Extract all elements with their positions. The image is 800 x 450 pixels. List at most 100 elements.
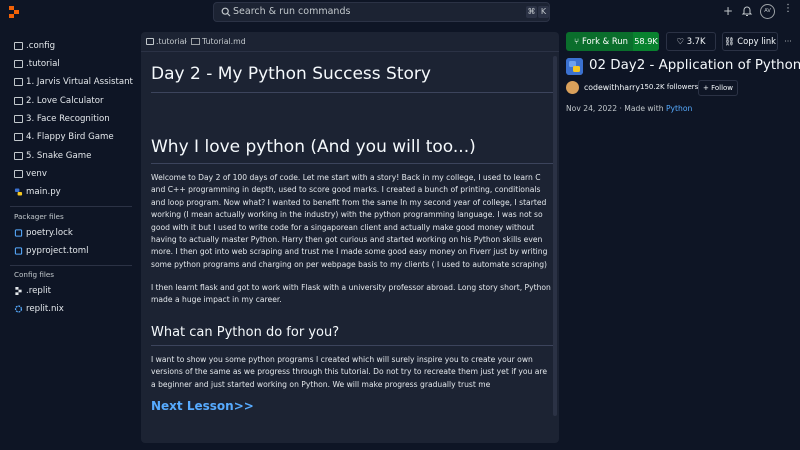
config-files-heading: Config files (14, 270, 55, 279)
python-icon (14, 188, 23, 196)
shortcut-key-cmd: ⌘ (526, 6, 537, 18)
folder-icon (146, 38, 154, 45)
fork-count: 58.9K (633, 32, 659, 51)
follower-count: 150.2K followers (640, 83, 699, 91)
packager-files-heading: Packager files (14, 212, 64, 221)
file-item-face-recognition[interactable]: 3. Face Recognition (14, 111, 110, 127)
breadcrumb-file-label: Tutorial.md (202, 37, 246, 46)
fork-and-run-button[interactable]: ⑂ Fork & Run 58.9K (566, 32, 659, 51)
fork-icon: ⑂ (574, 36, 580, 46)
file-item-main-py[interactable]: main.py (14, 184, 61, 200)
subheading-divider (151, 345, 553, 346)
file-item-replit[interactable]: .replit (14, 283, 51, 299)
file-tree-sidebar: .config .tutorial 1. Jarvis Virtual Assi… (0, 30, 140, 450)
file-item-venv[interactable]: venv (14, 166, 47, 182)
folder-icon (14, 115, 23, 123)
file-item-label: replit.nix (26, 304, 64, 314)
file-item-replit-nix[interactable]: replit.nix (14, 301, 64, 317)
shortcut-key-k: K (538, 6, 549, 18)
breadcrumb-file[interactable]: Tutorial.md (191, 37, 246, 46)
file-item-label: 5. Snake Game (26, 151, 92, 161)
sidebar-divider (10, 265, 132, 266)
page-title: Day 2 - My Python Success Story (151, 64, 431, 84)
folder-icon (14, 78, 23, 86)
section-heading: Why I love python (And you will too...) (151, 137, 476, 157)
like-count: 3.7K (686, 36, 706, 46)
file-item-label: pyproject.toml (26, 246, 89, 256)
file-item-poetry-lock[interactable]: poetry.lock (14, 225, 73, 241)
follow-button[interactable]: + Follow (698, 80, 738, 96)
file-item-label: .replit (26, 286, 51, 296)
file-item-label: poetry.lock (26, 228, 73, 238)
repl-meta: Nov 24, 2022 · Made with Python (566, 104, 692, 113)
folder-icon (14, 60, 23, 68)
repl-title: 02 Day2 - Application of Python (589, 58, 800, 73)
subheading: What can Python do for you? (151, 325, 340, 340)
fork-label: ⑂ Fork & Run (574, 36, 628, 46)
heading-divider (151, 163, 553, 164)
follow-label: Follow (711, 84, 734, 92)
file-item-pyproject-toml[interactable]: pyproject.toml (14, 243, 89, 259)
link-icon: ⛓ (723, 36, 735, 46)
file-item-jarvis[interactable]: 1. Jarvis Virtual Assistant (14, 74, 133, 90)
folder-icon (14, 42, 23, 50)
replit-logo-icon[interactable] (8, 6, 20, 18)
breadcrumb-folder-label: .tutorial (156, 37, 187, 46)
like-button[interactable]: ♡ 3.7K (666, 32, 716, 51)
copy-link-button[interactable]: ⛓ Copy link (722, 32, 778, 51)
file-item-label: 1. Jarvis Virtual Assistant (26, 77, 133, 87)
language-link[interactable]: Python (666, 104, 692, 113)
file-item-tutorial[interactable]: .tutorial (14, 56, 60, 72)
bell-icon[interactable] (741, 5, 753, 17)
file-item-flappy-bird[interactable]: 4. Flappy Bird Game (14, 129, 114, 145)
package-icon (14, 247, 23, 255)
user-avatar[interactable]: AV (760, 4, 775, 19)
file-item-snake-game[interactable]: 5. Snake Game (14, 148, 91, 164)
search-icon (221, 7, 231, 17)
file-item-label: 2. Love Calculator (26, 96, 104, 106)
file-item-config[interactable]: .config (14, 38, 55, 54)
heart-icon: ♡ (676, 36, 685, 46)
file-item-label: .config (26, 41, 56, 51)
python-icon (566, 58, 583, 75)
author-name[interactable]: codewithharry (584, 83, 640, 92)
nix-icon (14, 305, 23, 313)
plus-icon: + (702, 84, 709, 92)
file-item-label: 4. Flappy Bird Game (26, 132, 114, 142)
paragraph-flask: I then learnt flask and got to work with… (151, 283, 551, 305)
package-icon (14, 229, 23, 237)
folder-icon (14, 97, 23, 105)
sidebar-divider (10, 206, 132, 207)
search-placeholder: Search & run commands (233, 6, 351, 17)
copy-link-label: Copy link (737, 36, 777, 46)
file-item-label: 3. Face Recognition (26, 114, 110, 124)
author-avatar[interactable] (566, 81, 579, 94)
publish-date: Nov 24, 2022 (566, 104, 618, 113)
replit-icon (15, 287, 22, 295)
title-divider (151, 92, 553, 93)
file-item-love-calculator[interactable]: 2. Love Calculator (14, 93, 104, 109)
next-lesson-link[interactable]: Next Lesson>> (151, 399, 254, 413)
top-bar: Search & run commands ⌘ K + AV ⋮ (0, 0, 800, 24)
search-bar[interactable]: Search & run commands ⌘ K (213, 2, 550, 22)
markdown-preview-panel: .tutorial › Tutorial.md Day 2 - My Pytho… (141, 32, 559, 443)
scrollbar[interactable] (553, 56, 557, 416)
paragraph-programs: I want to show you some python programs … (151, 355, 548, 389)
fork-label-text: Fork & Run (582, 36, 628, 46)
file-item-label: main.py (26, 187, 61, 197)
repl-info-panel: ⑂ Fork & Run 58.9K ♡ 3.7K ⛓ Copy link ···… (560, 24, 800, 450)
breadcrumb-folder[interactable]: .tutorial (146, 37, 187, 46)
breadcrumb: .tutorial › Tutorial.md (141, 32, 559, 52)
folder-icon (14, 170, 23, 178)
more-options-icon[interactable]: ⋮ (781, 4, 795, 19)
breadcrumb-separator: › (184, 37, 188, 46)
made-with-prefix: · Made with (619, 104, 666, 113)
paragraph-story: Welcome to Day 2 of 100 days of code. Le… (151, 173, 548, 269)
more-options-icon[interactable]: ··· (780, 32, 796, 51)
folder-icon (14, 152, 23, 160)
plus-icon[interactable]: + (722, 5, 734, 17)
file-item-label: .tutorial (26, 59, 60, 69)
folder-icon (14, 133, 23, 141)
file-item-label: venv (26, 169, 47, 179)
markdown-file-icon (191, 38, 200, 45)
